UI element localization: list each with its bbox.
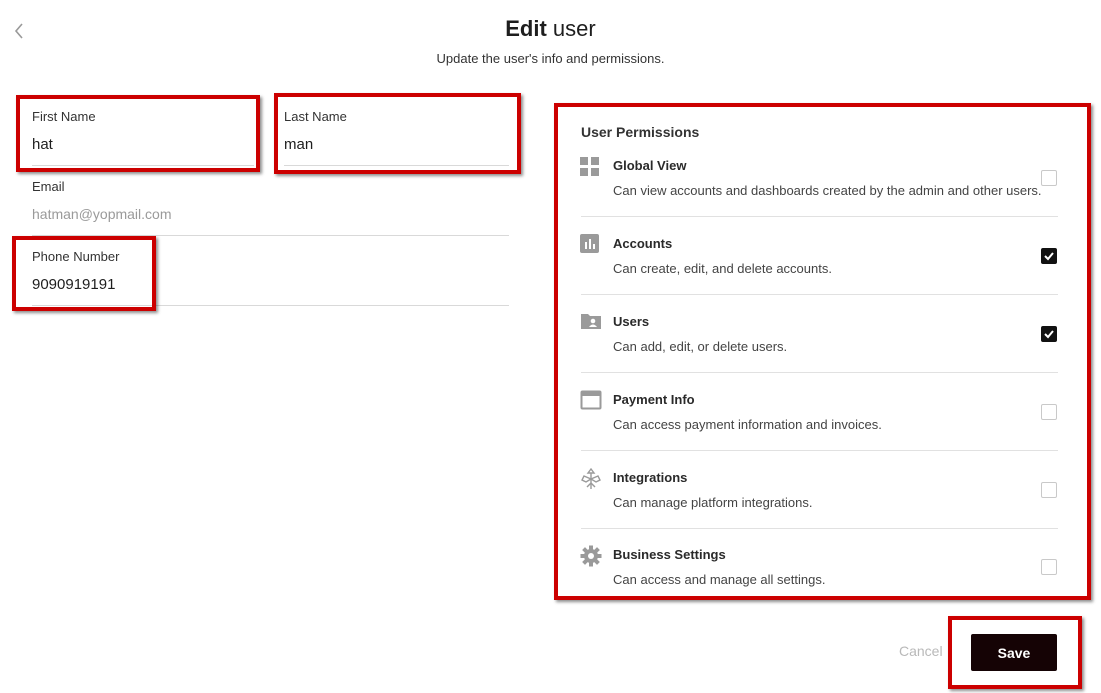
save-highlight [948, 616, 1082, 689]
page-title: Edit user [0, 16, 1101, 42]
first-name-highlight [16, 95, 260, 172]
permissions-highlight [554, 103, 1091, 600]
email-input[interactable]: hatman@yopmail.com [32, 206, 172, 222]
last-name-highlight [274, 93, 521, 174]
phone-highlight [12, 236, 156, 311]
cancel-button[interactable]: Cancel [899, 643, 943, 659]
email-label: Email [32, 179, 65, 194]
page-title-rest: user [546, 16, 596, 41]
page-title-bold: Edit [505, 16, 547, 41]
page-subtitle: Update the user's info and permissions. [436, 51, 665, 66]
